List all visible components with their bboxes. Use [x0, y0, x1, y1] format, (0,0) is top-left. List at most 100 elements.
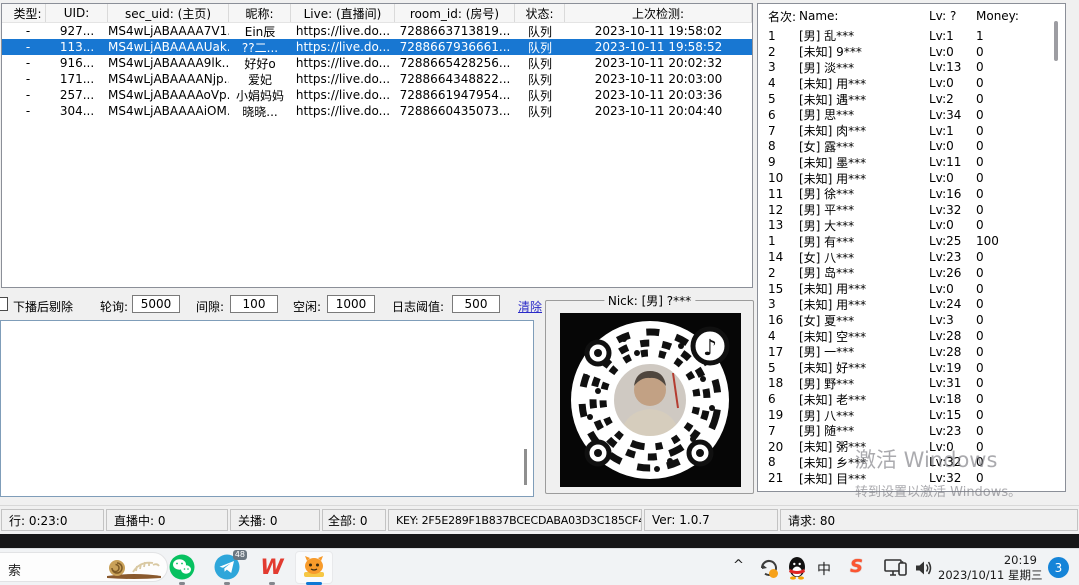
sogou-icon[interactable]: S	[850, 556, 863, 577]
cell-nick: ??二...	[229, 39, 291, 56]
cell-uid: 916...	[46, 56, 108, 70]
cell-status: 队列	[515, 87, 565, 104]
list-item[interactable]: 14 [女] 八*** Lv:23 0	[758, 249, 1065, 265]
list-item[interactable]: 3 [男] 淡*** Lv:13 0	[758, 60, 1065, 76]
notification-badge[interactable]: 3	[1048, 557, 1069, 578]
remove-after-checkbox[interactable]	[0, 297, 8, 311]
list-item[interactable]: 6 [未知] 老*** Lv:18 0	[758, 391, 1065, 407]
table-row[interactable]: - 304... MS4wLjABAAAAiOM... 晓晓... https:…	[2, 103, 752, 119]
monitor-app-icon[interactable]	[301, 554, 327, 580]
cell-roomid: 7288665428256...	[395, 56, 515, 70]
telegram-badge: 48	[233, 550, 247, 560]
list-item[interactable]: 8 [未知] 乡*** Lv:32 0	[758, 455, 1065, 471]
cast-display-icon[interactable]	[884, 558, 908, 578]
list-item[interactable]: 19 [男] 八*** Lv:15 0	[758, 407, 1065, 423]
list-item[interactable]: 15 [未知] 用*** Lv:0 0	[758, 281, 1065, 297]
list-item[interactable]: 7 [男] 随*** Lv:23 0	[758, 423, 1065, 439]
list-item[interactable]: 2 [未知] 9*** Lv:0 0	[758, 44, 1065, 60]
cell-uid: 257...	[46, 88, 108, 102]
tray-chevron-up-icon[interactable]: ^	[733, 558, 744, 573]
list-item[interactable]: 12 [男] 平*** Lv:32 0	[758, 202, 1065, 218]
lv-cell: Lv:18	[929, 392, 976, 406]
col-header-secuid[interactable]: sec_uid: (主页)	[108, 4, 229, 22]
cell-roomid: 7288660435073...	[395, 104, 515, 118]
ime-chinese-indicator[interactable]: 中	[817, 559, 831, 579]
lv-cell: Lv:0	[929, 282, 976, 296]
list-item[interactable]: 20 [未知] 粥*** Lv:0 0	[758, 439, 1065, 455]
log-threshold-input[interactable]	[452, 295, 500, 313]
list-item[interactable]: 21 [未知] 目*** Lv:32 0	[758, 470, 1065, 486]
list-item[interactable]: 18 [男] 野*** Lv:31 0	[758, 376, 1065, 392]
cell-secuid: MS4wLjABAAAA7V1...	[108, 24, 229, 38]
tiktok-note-icon: ♪	[693, 329, 727, 363]
list-item[interactable]: 16 [女] 夏*** Lv:3 0	[758, 312, 1065, 328]
log-line	[4, 417, 533, 430]
list-item[interactable]: 3 [未知] 用*** Lv:24 0	[758, 297, 1065, 313]
telegram-icon[interactable]: 48	[214, 554, 240, 580]
col-header-roomid[interactable]: room_id: (房号)	[395, 4, 515, 22]
poll-input[interactable]	[132, 295, 180, 313]
col-header-type[interactable]: 类型:	[2, 4, 46, 22]
rank-cell: 8	[758, 455, 799, 469]
cell-nick: 好好o	[229, 55, 291, 72]
taskbar-clock[interactable]: 20:19 2023/10/11 星期三	[938, 553, 1037, 582]
log-scrollbar-thumb[interactable]	[524, 449, 527, 485]
table-row[interactable]: - 113... MS4wLjABAAAAUak... ??二... https…	[2, 39, 752, 55]
log-scrollbar[interactable]	[521, 323, 530, 494]
cell-type: -	[2, 24, 46, 38]
idle-input[interactable]	[327, 295, 375, 313]
col-header-live[interactable]: Live: (直播间)	[291, 4, 395, 22]
list-item[interactable]: 5 [未知] 好*** Lv:19 0	[758, 360, 1065, 376]
list-item[interactable]: 1 [男] 乱*** Lv:1 1	[758, 28, 1065, 44]
list-item[interactable]: 13 [男] 大*** Lv:0 0	[758, 218, 1065, 234]
col-header-nick[interactable]: 昵称:	[229, 4, 291, 22]
cell-roomid: 7288663713819...	[395, 24, 515, 38]
gap-input[interactable]	[230, 295, 278, 313]
list-item[interactable]: 4 [未知] 空*** Lv:28 0	[758, 328, 1065, 344]
cell-live-url: https://live.do...	[291, 40, 395, 54]
list-item[interactable]: 10 [未知] 用*** Lv:0 0	[758, 170, 1065, 186]
qq-icon[interactable]	[786, 556, 808, 580]
cell-uid: 927...	[46, 24, 108, 38]
log-box[interactable]	[0, 320, 534, 497]
name-cell: [未知] 肉***	[799, 122, 929, 139]
col-header-lastcheck[interactable]: 上次检测:	[565, 4, 752, 22]
status-bar: 行: 0:23:0 直播中: 0 关播: 0 全部: 0 KEY: 2F5E28…	[0, 505, 1079, 534]
list-item[interactable]: 6 [男] 思*** Lv:34 0	[758, 107, 1065, 123]
lv-cell: Lv:16	[929, 187, 976, 201]
list-item[interactable]: 2 [男] 岛*** Lv:26 0	[758, 265, 1065, 281]
list-item[interactable]: 11 [男] 徐*** Lv:16 0	[758, 186, 1065, 202]
search-label: 索	[8, 560, 21, 579]
cell-lastcheck: 2023-10-11 20:02:32	[565, 56, 752, 70]
table-row[interactable]: - 927... MS4wLjABAAAA7V1... Ein辰 https:/…	[2, 23, 752, 39]
table-row[interactable]: - 916... MS4wLjABAAAA9lk... 好好o https://…	[2, 55, 752, 71]
sync-icon[interactable]	[758, 557, 780, 579]
lv-cell: Lv:23	[929, 250, 976, 264]
list-item[interactable]: 8 [女] 露*** Lv:0 0	[758, 139, 1065, 155]
taskbar-search-box[interactable]: 索	[0, 552, 168, 582]
col-header-status[interactable]: 状态:	[515, 4, 565, 22]
nick-title: Nick: [男] ?***	[604, 292, 695, 309]
remove-after-label: 下播后剔除	[13, 298, 73, 315]
list-item[interactable]: 4 [未知] 用*** Lv:0 0	[758, 75, 1065, 91]
table-row[interactable]: - 171... MS4wLjABAAAANjp... 爱妃 https://l…	[2, 71, 752, 87]
status-total-count: 全部: 0	[322, 509, 386, 531]
clear-log-link[interactable]: 清除	[518, 298, 542, 315]
table-row[interactable]: - 257... MS4wLjABAAAAoVp... 小娟妈妈 https:/…	[2, 87, 752, 103]
list-item[interactable]: 1 [男] 有*** Lv:25 100	[758, 233, 1065, 249]
rank-cell: 4	[758, 76, 799, 90]
list-item[interactable]: 7 [未知] 肉*** Lv:1 0	[758, 123, 1065, 139]
wechat-icon[interactable]	[169, 554, 195, 580]
wps-icon[interactable]: W	[259, 554, 285, 580]
rank-scrollbar-thumb[interactable]	[1054, 21, 1058, 61]
col-header-uid[interactable]: UID:	[46, 4, 108, 22]
rank-col-header: 名次:	[758, 8, 799, 25]
cell-type: -	[2, 88, 46, 102]
rank-scrollbar[interactable]	[1050, 6, 1061, 489]
speaker-icon[interactable]	[914, 559, 934, 577]
list-item[interactable]: 5 [未知] 遇*** Lv:2 0	[758, 91, 1065, 107]
list-item[interactable]: 17 [男] 一*** Lv:28 0	[758, 344, 1065, 360]
list-item[interactable]: 9 [未知] 墨*** Lv:11 0	[758, 154, 1065, 170]
stream-table-header: 类型: UID: sec_uid: (主页) 昵称: Live: (直播间) r…	[2, 4, 752, 23]
lv-cell: Lv:32	[929, 471, 976, 485]
